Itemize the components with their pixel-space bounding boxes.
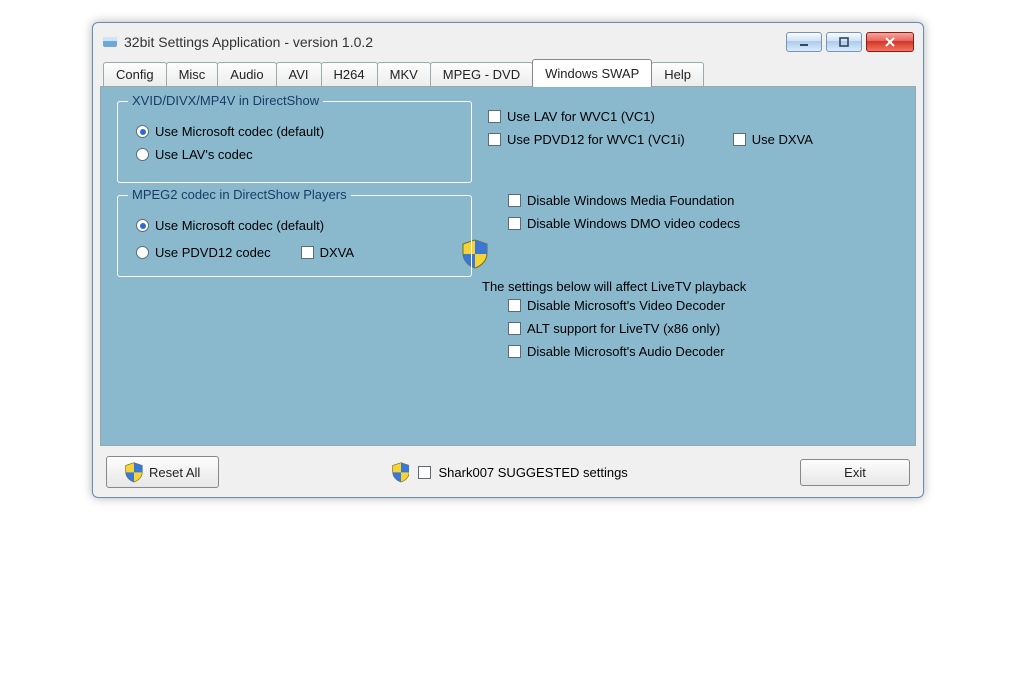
radio-mpeg2-pdvd12[interactable]: Use PDVD12 codec [136,245,271,260]
tab-mpeg-dvd[interactable]: MPEG - DVD [430,62,533,86]
radio-xvid-ms[interactable]: Use Microsoft codec (default) [136,124,459,139]
checkbox-label: Disable Windows DMO video codecs [527,216,740,231]
tab-audio[interactable]: Audio [217,62,276,86]
checkbox-mpeg2-dxva[interactable]: DXVA [301,245,354,260]
application-window: 32bit Settings Application - version 1.0… [92,22,924,498]
checkbox-label: Disable Microsoft's Video Decoder [527,298,725,313]
radio-icon [136,219,149,232]
left-column: XVID/DIVX/MP4V in DirectShow Use Microso… [117,101,472,431]
shield-icon [125,462,143,482]
checkbox-label: Disable Microsoft's Audio Decoder [527,344,725,359]
tab-misc[interactable]: Misc [166,62,219,86]
checkbox-label: Disable Windows Media Foundation [527,193,734,208]
maximize-button[interactable] [826,32,862,52]
checkbox-disable-dmo[interactable]: Disable Windows DMO video codecs [508,216,899,231]
tab-windows-swap[interactable]: Windows SWAP [532,59,652,87]
checkbox-disable-ms-audio[interactable]: Disable Microsoft's Audio Decoder [508,344,899,359]
checkbox-icon [733,133,746,146]
right-column: Use LAV for WVC1 (VC1) Use PDVD12 for WV… [482,101,899,431]
radio-label: Use LAV's codec [155,147,253,162]
checkbox-pdvd12-wvc1i[interactable]: Use PDVD12 for WVC1 (VC1i) [507,132,685,147]
button-label: Exit [844,465,866,480]
suggested-settings[interactable]: Shark007 SUGGESTED settings [239,462,780,482]
tab-h264[interactable]: H264 [321,62,378,86]
window-title: 32bit Settings Application - version 1.0… [124,34,786,50]
radio-icon [136,148,149,161]
shield-row [462,239,899,269]
footer: Reset All Shark007 SUGGESTED settings Ex… [100,446,916,490]
window-controls [786,32,914,52]
checkbox-label: DXVA [320,245,354,260]
checkbox-label: Shark007 SUGGESTED settings [439,465,628,480]
checkbox-use-dxva[interactable]: Use DXVA [733,132,813,147]
exit-button[interactable]: Exit [800,459,910,486]
checkbox-label: Use DXVA [752,132,813,147]
checkbox-alt-livetv[interactable]: ALT support for LiveTV (x86 only) [508,321,899,336]
checkbox-label: ALT support for LiveTV (x86 only) [527,321,720,336]
checkbox-icon [508,345,521,358]
group-mpeg2: MPEG2 codec in DirectShow Players Use Mi… [117,195,472,277]
shield-icon [392,462,410,482]
checkbox-icon [418,466,431,479]
checkbox-icon [508,217,521,230]
tab-panel: XVID/DIVX/MP4V in DirectShow Use Microso… [100,86,916,446]
button-label: Reset All [149,465,200,480]
checkbox-icon [508,194,521,207]
tab-mkv[interactable]: MKV [377,62,431,86]
checkbox-disable-ms-video[interactable]: Disable Microsoft's Video Decoder [508,298,899,313]
checkbox-lav-wvc1[interactable]: Use LAV for WVC1 (VC1) [488,109,899,124]
group-xvid-legend: XVID/DIVX/MP4V in DirectShow [128,93,323,108]
radio-icon [136,125,149,138]
radio-label: Use Microsoft codec (default) [155,124,324,139]
row-pdvd12-dxva: Use PDVD12 for WVC1 (VC1i) Use DXVA [488,132,899,147]
checkbox-label: Use LAV for WVC1 (VC1) [507,109,655,124]
radio-mpeg2-ms[interactable]: Use Microsoft codec (default) [136,218,459,233]
tab-config[interactable]: Config [103,62,167,86]
radio-label: Use PDVD12 codec [155,245,271,260]
group-mpeg2-legend: MPEG2 codec in DirectShow Players [128,187,351,202]
tab-help[interactable]: Help [651,62,704,86]
checkbox-icon [488,110,501,123]
close-button[interactable] [866,32,914,52]
radio-label: Use Microsoft codec (default) [155,218,324,233]
titlebar: 32bit Settings Application - version 1.0… [100,30,916,58]
tab-strip: Config Misc Audio AVI H264 MKV MPEG - DV… [100,58,916,86]
checkbox-icon [508,299,521,312]
tab-avi[interactable]: AVI [276,62,322,86]
app-icon [102,34,118,50]
radio-xvid-lav[interactable]: Use LAV's codec [136,147,459,162]
checkbox-icon [488,133,501,146]
minimize-button[interactable] [786,32,822,52]
checkbox-icon [301,246,314,259]
reset-all-button[interactable]: Reset All [106,456,219,488]
checkbox-icon [508,322,521,335]
checkbox-disable-wmf[interactable]: Disable Windows Media Foundation [508,193,899,208]
group-xvid: XVID/DIVX/MP4V in DirectShow Use Microso… [117,101,472,183]
livetv-heading: The settings below will affect LiveTV pl… [482,279,899,294]
radio-icon [136,246,149,259]
